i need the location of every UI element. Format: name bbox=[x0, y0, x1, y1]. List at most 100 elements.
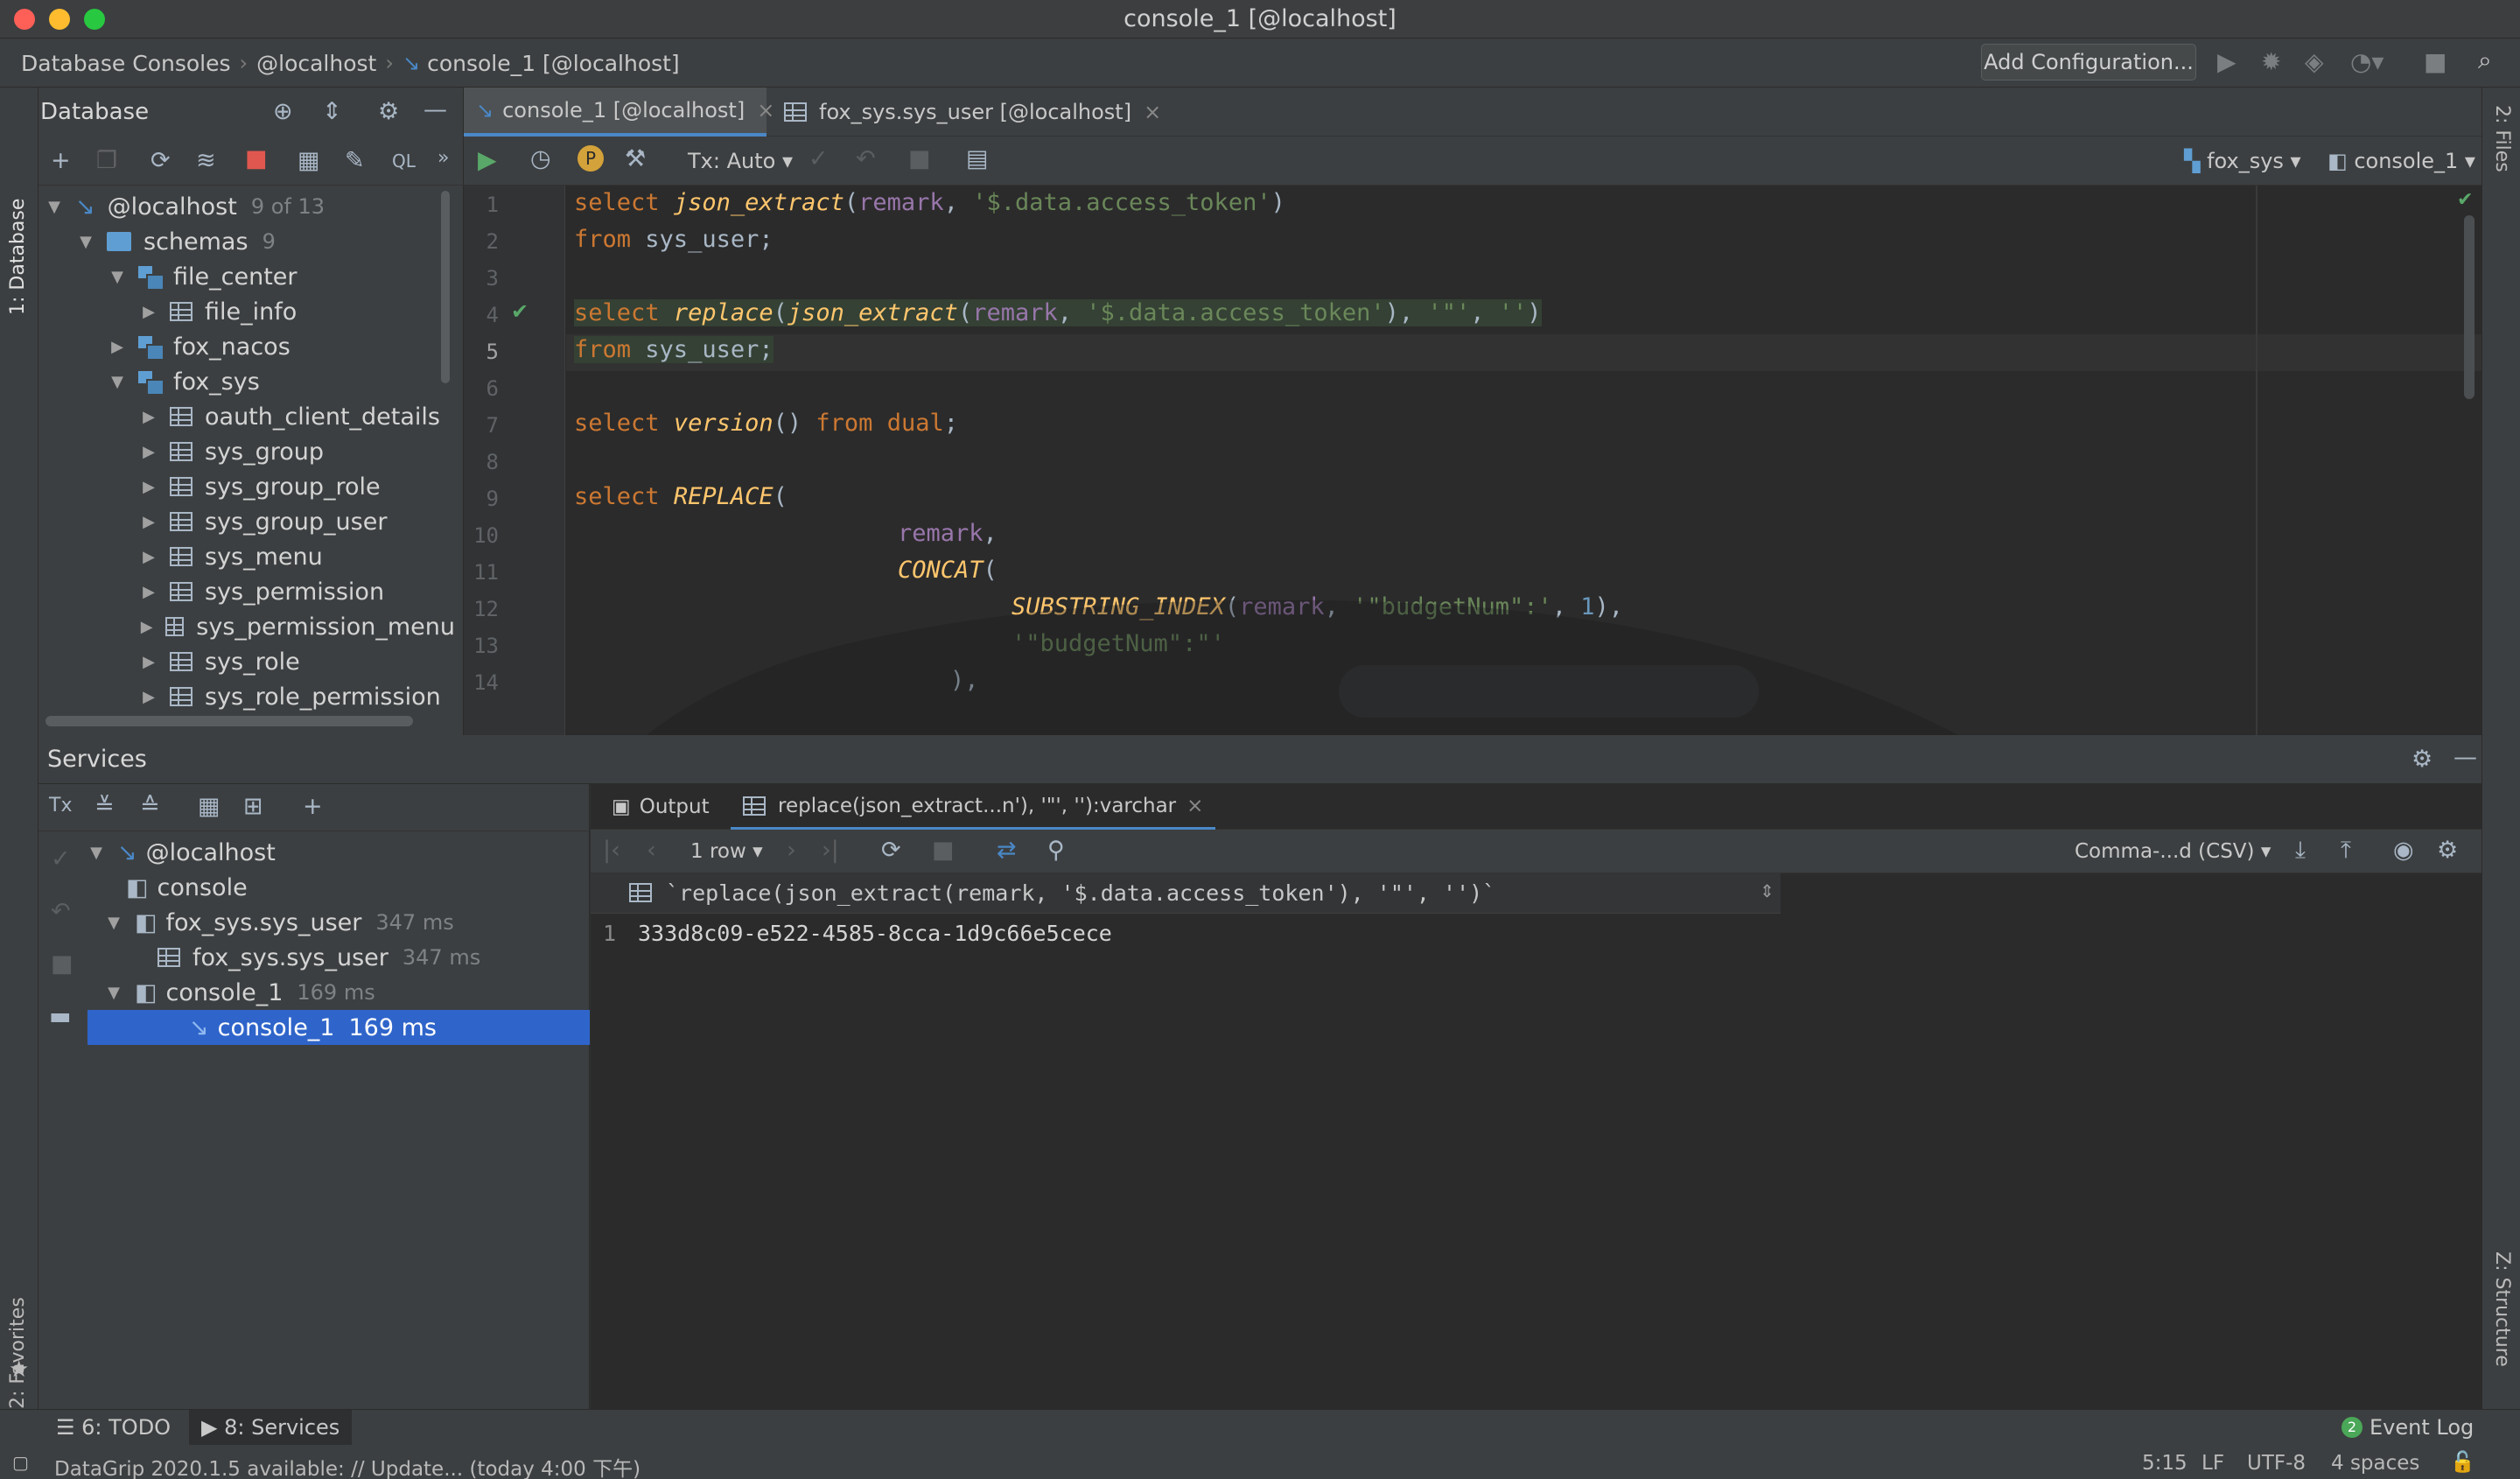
duplicate-icon[interactable]: ❐ bbox=[96, 147, 117, 174]
services-tab[interactable]: ▶ 8: Services bbox=[189, 1410, 353, 1445]
tab-fox-sys-sys-user[interactable]: fox_sys.sys_user [@localhost] × bbox=[772, 88, 1173, 137]
table-icon[interactable]: ▦ bbox=[298, 147, 320, 174]
previous-page-icon[interactable]: ‹ bbox=[647, 837, 656, 864]
edit-icon[interactable]: ✎ bbox=[345, 147, 365, 174]
line-separator[interactable]: LF bbox=[2202, 1452, 2224, 1475]
collapsed-arrow-icon[interactable]: ▶ bbox=[140, 583, 158, 601]
close-window-button[interactable] bbox=[14, 9, 35, 30]
vertical-scrollbar[interactable] bbox=[441, 191, 450, 383]
last-page-icon[interactable]: ›| bbox=[822, 837, 839, 864]
sync-icon[interactable]: ≋ bbox=[196, 147, 216, 174]
sort-icon[interactable]: ⇕ bbox=[1760, 880, 1774, 901]
stop-icon[interactable]: ■ bbox=[245, 145, 268, 172]
search-everywhere-icon[interactable]: ⌕ bbox=[2478, 46, 2492, 75]
stop-icon[interactable]: ■ bbox=[2424, 47, 2446, 76]
group-icon[interactable]: ▦ bbox=[198, 793, 220, 820]
row-count-dropdown[interactable]: 1 row ▾ bbox=[690, 840, 763, 863]
expanded-arrow-icon[interactable]: ▼ bbox=[77, 233, 94, 251]
collapse-all-icon[interactable]: ≙ bbox=[140, 793, 160, 820]
tree-node-table[interactable]: ▶ sys_permission bbox=[140, 574, 384, 609]
tree-node-schemas[interactable]: ▼ schemas 9 bbox=[77, 224, 276, 259]
service-node-console[interactable]: ◧ console bbox=[126, 870, 248, 905]
breadcrumb-localhost[interactable]: @localhost bbox=[256, 51, 376, 76]
tree-node-table[interactable]: ▶ sys_permission_menu bbox=[140, 609, 455, 644]
more-icon[interactable]: » bbox=[438, 147, 449, 169]
tree-node-table[interactable]: ▶ sys_role bbox=[140, 644, 300, 679]
download-icon[interactable]: ⤓ bbox=[2295, 837, 2306, 865]
files-tool-window-tab[interactable]: 2: Files bbox=[2491, 105, 2513, 172]
tree-node-file-info[interactable]: ▶ file_info bbox=[140, 294, 297, 329]
service-node-console-1-selected[interactable]: ↘ console_1 169 ms bbox=[88, 1010, 590, 1045]
collapsed-arrow-icon[interactable]: ▶ bbox=[140, 513, 158, 531]
layout-icon[interactable]: ▬ bbox=[49, 1003, 72, 1030]
collapsed-arrow-icon[interactable]: ▶ bbox=[140, 303, 158, 321]
horizontal-scrollbar[interactable] bbox=[46, 716, 413, 726]
tree-node-file-center[interactable]: ▼ file_center bbox=[108, 259, 298, 294]
rollback-icon[interactable]: ↶ bbox=[856, 145, 876, 172]
run-icon[interactable]: ▶ bbox=[2217, 47, 2236, 76]
add-icon[interactable]: + bbox=[303, 793, 323, 820]
database-tool-window-tab[interactable]: 1: Database bbox=[7, 105, 29, 315]
commit-icon[interactable]: ✓ bbox=[808, 145, 829, 172]
results-layout-icon[interactable]: ▤ bbox=[966, 145, 989, 172]
locate-icon[interactable]: ⊕ bbox=[273, 98, 293, 125]
tree-node-table[interactable]: ▶ sys_group_user bbox=[140, 504, 387, 539]
collapsed-arrow-icon[interactable]: ▶ bbox=[140, 688, 158, 706]
console-icon[interactable]: QL bbox=[392, 151, 416, 172]
coverage-icon[interactable]: ◈ bbox=[2305, 47, 2324, 76]
upload-icon[interactable]: ⤒ bbox=[2341, 837, 2351, 865]
event-log-tab[interactable]: Event Log bbox=[2370, 1415, 2474, 1440]
favorites-tool-window-tab[interactable]: 2: Favorites bbox=[7, 1269, 29, 1409]
structure-tool-window-tab[interactable]: Z: Structure bbox=[2491, 1251, 2513, 1367]
tree-node-table[interactable]: ▶ oauth_client_details bbox=[140, 399, 440, 434]
add-configuration-button[interactable]: Add Configuration... bbox=[1981, 44, 2196, 81]
code-area[interactable]: select json_extract(remark, '$.data.acce… bbox=[464, 186, 2482, 735]
rollback-icon[interactable]: ↶ bbox=[51, 898, 71, 925]
service-node-fox-sys-sys-user[interactable]: ▼ ◧ fox_sys.sys_user 347 ms bbox=[105, 905, 454, 940]
hide-panel-icon[interactable]: — bbox=[2454, 744, 2477, 771]
stop-icon[interactable]: ■ bbox=[51, 950, 74, 978]
view-icon[interactable]: ◉ bbox=[2393, 837, 2414, 864]
explain-plan-icon[interactable]: P bbox=[578, 145, 604, 172]
expanded-arrow-icon[interactable]: ▼ bbox=[105, 914, 122, 932]
tree-node-fox-nacos[interactable]: ▶ fox_nacos bbox=[108, 329, 290, 364]
collapsed-arrow-icon[interactable]: ▶ bbox=[140, 478, 158, 496]
compare-icon[interactable]: ⇄ bbox=[997, 837, 1017, 864]
editor-scrollbar[interactable] bbox=[2464, 215, 2474, 399]
breadcrumb-console[interactable]: console_1 [@localhost] bbox=[427, 51, 680, 76]
commit-icon[interactable]: ✓ bbox=[51, 845, 71, 873]
console-selector[interactable]: ◧ console_1 ▾ bbox=[2328, 149, 2475, 173]
collapsed-arrow-icon[interactable]: ▶ bbox=[140, 653, 158, 671]
tree-node-fox-sys[interactable]: ▼ fox_sys bbox=[108, 364, 260, 399]
first-page-icon[interactable]: |‹ bbox=[603, 837, 620, 864]
status-message[interactable]: DataGrip 2020.1.5 available: // Update..… bbox=[54, 1452, 640, 1479]
refresh-icon[interactable]: ⟳ bbox=[150, 147, 171, 174]
lock-icon[interactable]: 🔓 bbox=[2450, 1450, 2475, 1474]
gear-icon[interactable]: ⚙ bbox=[378, 98, 399, 125]
service-node-fox-sys-sys-user-result[interactable]: fox_sys.sys_user 347 ms bbox=[158, 940, 480, 975]
todo-tab[interactable]: ☰ 6: TODO bbox=[56, 1415, 171, 1440]
expanded-arrow-icon[interactable]: ▼ bbox=[105, 984, 122, 1002]
hide-panel-icon[interactable]: — bbox=[424, 96, 447, 123]
expanded-arrow-icon[interactable]: ▼ bbox=[88, 844, 105, 862]
tree-node-table[interactable]: ▶ sys_group_role bbox=[140, 469, 381, 504]
collapsed-arrow-icon[interactable]: ▶ bbox=[108, 338, 126, 356]
history-icon[interactable]: ◷ bbox=[530, 145, 551, 172]
execute-icon[interactable]: ▶ bbox=[478, 145, 497, 174]
breadcrumb-database-consoles[interactable]: Database Consoles bbox=[21, 51, 231, 76]
close-icon[interactable]: × bbox=[1186, 795, 1203, 817]
tree-node-table[interactable]: ▶ sys_menu bbox=[140, 539, 323, 574]
toggle-panels-icon[interactable]: ▢ bbox=[12, 1452, 29, 1473]
expanded-arrow-icon[interactable]: ▼ bbox=[108, 373, 126, 391]
zoom-window-button[interactable] bbox=[84, 9, 105, 30]
close-icon[interactable]: × bbox=[1144, 100, 1161, 124]
file-encoding[interactable]: UTF-8 bbox=[2247, 1452, 2306, 1475]
refresh-icon[interactable]: ⟳ bbox=[881, 837, 901, 864]
profile-icon[interactable]: ◔▾ bbox=[2350, 47, 2384, 76]
cancel-icon[interactable]: ■ bbox=[908, 145, 931, 172]
expand-all-icon[interactable]: ≚ bbox=[94, 793, 115, 820]
add-icon[interactable]: + bbox=[51, 147, 71, 174]
export-format-dropdown[interactable]: Comma-...d (CSV) ▾ bbox=[2075, 840, 2271, 863]
service-node-console-1[interactable]: ▼ ◧ console_1 169 ms bbox=[105, 975, 375, 1010]
gear-icon[interactable]: ⚙ bbox=[2437, 837, 2458, 864]
